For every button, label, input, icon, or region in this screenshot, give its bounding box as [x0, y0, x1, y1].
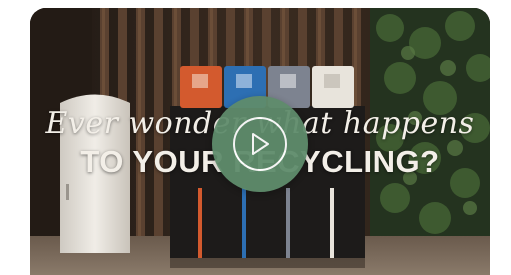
play-ring: [233, 117, 287, 171]
video-thumbnail[interactable]: Ever wonder what happens TO YOUR RECYCLI…: [30, 8, 490, 275]
play-icon: [252, 133, 269, 155]
play-button[interactable]: [212, 96, 308, 192]
video-card[interactable]: Ever wonder what happens TO YOUR RECYCLI…: [30, 8, 490, 275]
